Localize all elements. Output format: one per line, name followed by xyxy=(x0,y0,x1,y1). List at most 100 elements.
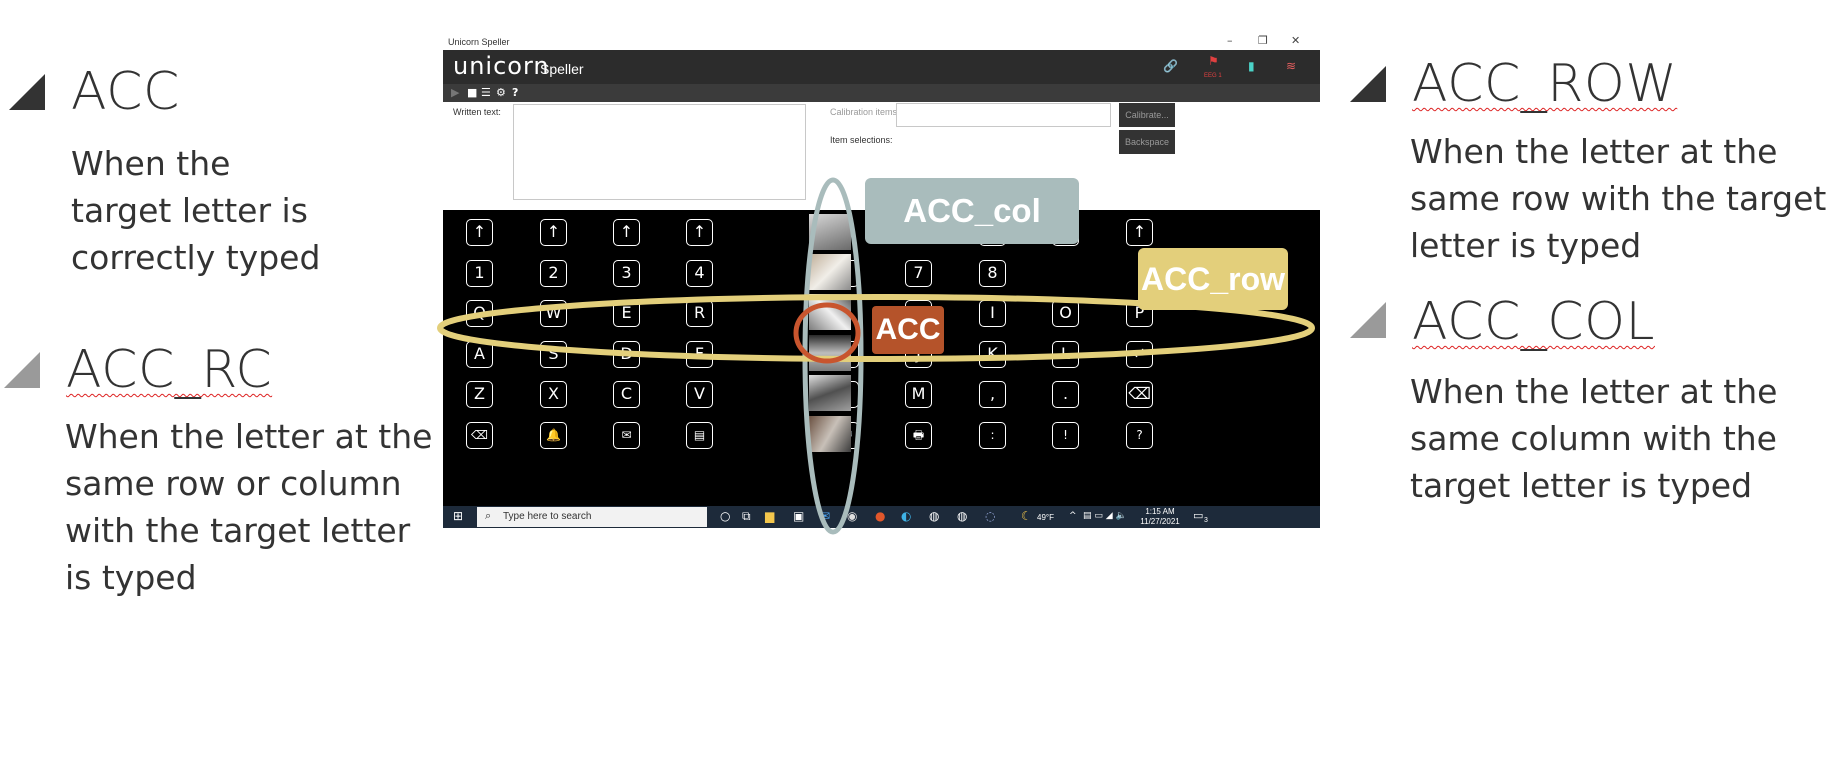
cortana-icon[interactable]: ○ xyxy=(720,509,730,523)
desc-line: with the target letter xyxy=(65,511,411,550)
desc-line: same row or column xyxy=(65,464,402,503)
desc-line: When the letter at the xyxy=(1410,372,1778,411)
written-text-label: Written text: xyxy=(453,107,501,117)
speller-key[interactable]: 3 xyxy=(613,260,640,287)
desc-line: When the letter at the xyxy=(65,417,433,456)
speller-key[interactable]: , xyxy=(979,381,1006,408)
acc-label: ACC xyxy=(872,306,944,354)
term-acc: ACC xyxy=(71,62,180,122)
term-acc-row: ACC_ROW xyxy=(1412,54,1678,114)
desc-acc-col: When the letter at the same column with … xyxy=(1410,368,1777,509)
app-header: unicorn Speller 🔗 ⚑ EEG 1 ▮ ≋ xyxy=(443,50,1320,84)
restore-button[interactable]: ❐ xyxy=(1258,34,1268,47)
desc-line: same row with the target xyxy=(1410,179,1827,218)
speller-key[interactable]: Z xyxy=(466,381,493,408)
clock-time[interactable]: 1:15 AM xyxy=(1141,507,1179,516)
speller-key[interactable]: ⌫ xyxy=(1126,381,1153,408)
term-acc-rc: ACC_RC xyxy=(66,340,273,400)
close-button[interactable]: ✕ xyxy=(1291,34,1300,47)
speller-key[interactable]: V xyxy=(686,381,713,408)
bullet-acc-rc xyxy=(4,352,40,388)
desc-acc: When the target letter is correctly type… xyxy=(71,140,320,281)
speller-key[interactable]: ⌫ xyxy=(466,422,493,449)
speller-key[interactable]: 1 xyxy=(466,260,493,287)
tray-chevron-icon[interactable]: ^ xyxy=(1069,511,1077,521)
speller-key[interactable]: 🔔 xyxy=(540,422,567,449)
speller-key[interactable]: 8 xyxy=(979,260,1006,287)
unicorn-app-icon[interactable]: ◍ xyxy=(929,509,939,523)
item-selections-label: Item selections: xyxy=(830,135,893,145)
term-acc-col: ACC_COL xyxy=(1412,292,1655,352)
calibration-items-label: Calibration items: xyxy=(830,107,900,117)
start-icon[interactable]: ⊞ xyxy=(453,509,463,523)
acc-col-label: ACC_col xyxy=(865,178,1079,244)
file-explorer-icon[interactable]: ▆ xyxy=(765,509,774,523)
wifi-icon: ≋ xyxy=(1286,59,1297,73)
speller-key[interactable]: 4 xyxy=(686,260,713,287)
desc-line: When the xyxy=(71,144,231,183)
window-title: Unicorn Speller xyxy=(448,37,510,47)
task-view-icon[interactable]: ⧉ xyxy=(742,509,751,524)
eeg-label: EEG 1 xyxy=(1204,73,1222,79)
edge-icon[interactable]: ◐ xyxy=(901,509,911,523)
eeg-device-icon[interactable]: ⚑ xyxy=(1208,54,1219,68)
speller-key[interactable]: . xyxy=(1052,381,1079,408)
app-icon[interactable]: ◌ xyxy=(985,509,995,523)
desc-acc-rc: When the letter at the same row or colum… xyxy=(65,413,432,601)
speller-key[interactable]: ↑ xyxy=(1126,219,1153,246)
speller-key[interactable]: C xyxy=(613,381,640,408)
unicorn-speller-app-icon[interactable]: ◍ xyxy=(957,509,967,523)
speller-key[interactable]: ↑ xyxy=(540,219,567,246)
desc-line: target letter is xyxy=(71,191,308,230)
desc-line: same column with the xyxy=(1410,419,1777,458)
desc-line: is typed xyxy=(65,558,197,597)
unicorn-logo: unicorn xyxy=(453,52,550,80)
desc-acc-row: When the letter at the same row with the… xyxy=(1410,128,1826,269)
desc-line: target letter is typed xyxy=(1410,466,1753,505)
acc-target-circle xyxy=(793,302,861,364)
speller-key[interactable]: ! xyxy=(1052,422,1079,449)
list-icon[interactable]: ☰ xyxy=(481,86,491,99)
notification-icon[interactable]: ▭ xyxy=(1193,509,1203,522)
backspace-button[interactable]: Backspace xyxy=(1119,130,1175,154)
search-icon: ⌕ xyxy=(485,509,492,522)
speller-key[interactable]: 7 xyxy=(905,260,932,287)
help-icon[interactable]: ? xyxy=(512,86,518,99)
calibration-items-field[interactable] xyxy=(896,103,1111,127)
speller-key[interactable]: 2 xyxy=(540,260,567,287)
weather-icon: ☾ xyxy=(1021,509,1032,523)
desc-line: correctly typed xyxy=(71,238,321,277)
gear-icon[interactable]: ⚙ xyxy=(496,86,506,99)
desc-line: letter is typed xyxy=(1410,226,1642,265)
windows-taskbar: ⊞ ⌕ Type here to search ○ ⧉ ▆ ▣ ✉ ◉ ● ◐ … xyxy=(443,506,1320,528)
desc-line: When the letter at the xyxy=(1410,132,1778,171)
acc-row-label: ACC_row xyxy=(1138,248,1288,310)
speller-key[interactable]: ↑ xyxy=(466,219,493,246)
calibrate-button[interactable]: Calibrate... xyxy=(1119,103,1175,127)
speller-key[interactable]: : xyxy=(979,422,1006,449)
written-text-field[interactable] xyxy=(513,104,806,200)
play-icon[interactable]: ▶ xyxy=(451,86,459,99)
stop-icon[interactable]: ■ xyxy=(467,86,477,99)
notification-count: 3 xyxy=(1204,517,1208,524)
app-subtitle: Speller xyxy=(540,61,584,77)
speller-key[interactable]: 🖶 xyxy=(905,422,932,449)
speller-key[interactable]: ↑ xyxy=(613,219,640,246)
speller-key[interactable]: ▤ xyxy=(686,422,713,449)
link-icon[interactable]: 🔗 xyxy=(1163,59,1178,73)
powerpoint-icon[interactable]: ● xyxy=(875,509,885,523)
temperature: 49°F xyxy=(1037,513,1054,522)
search-placeholder: Type here to search xyxy=(503,511,592,522)
clock-date[interactable]: 11/27/2021 xyxy=(1135,517,1185,526)
toolbar: ▶ ■ ☰ ⚙ ? xyxy=(443,84,1320,102)
speller-key[interactable]: ↑ xyxy=(686,219,713,246)
tray-icons[interactable]: ▤ ▭ ◢ 🔈 xyxy=(1083,511,1127,521)
bullet-acc-row xyxy=(1350,66,1386,102)
speller-key[interactable]: ? xyxy=(1126,422,1153,449)
taskbar-search[interactable]: ⌕ Type here to search xyxy=(477,507,707,527)
bullet-acc xyxy=(9,74,45,110)
speller-key[interactable]: X xyxy=(540,381,567,408)
minimize-button[interactable]: – xyxy=(1227,34,1233,47)
speller-key[interactable]: ✉ xyxy=(613,422,640,449)
speller-key[interactable]: M xyxy=(905,381,932,408)
